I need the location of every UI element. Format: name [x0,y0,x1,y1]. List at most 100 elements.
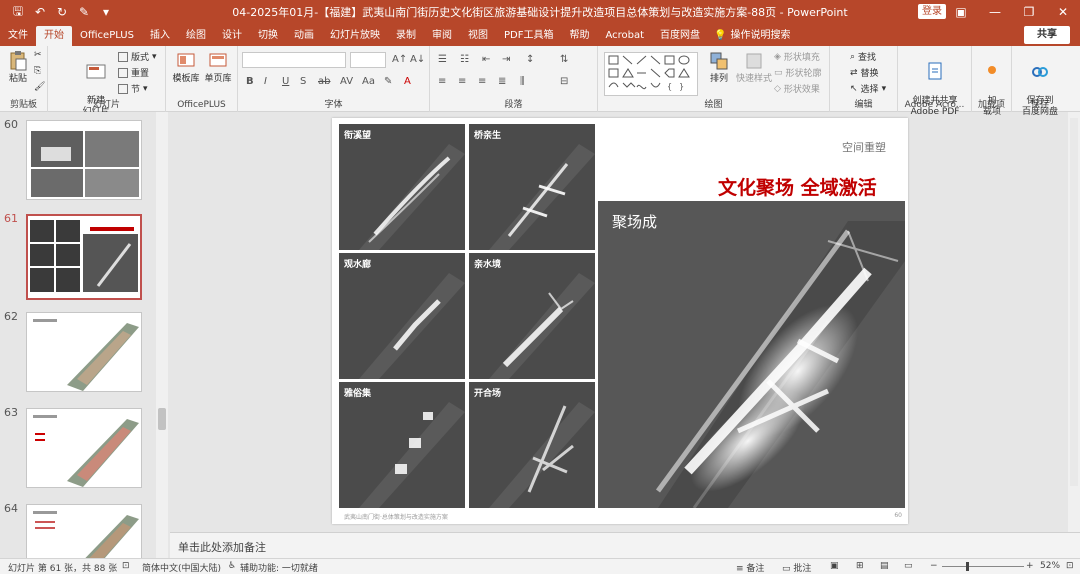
tab-transitions[interactable]: 切换 [250,26,286,46]
spacing-icon[interactable]: AV [340,76,353,87]
copy-icon[interactable]: ⎘ [34,66,41,76]
tab-officeplus[interactable]: OfficePLUS [72,26,142,46]
find-button[interactable]: ⌕ 查找 [850,50,876,64]
language-status[interactable]: 简体中文(中国大陆) [142,561,221,574]
tab-file[interactable]: 文件 [0,26,36,46]
zoom-out-icon[interactable]: − [930,561,938,571]
bullets-icon[interactable]: ☰ [438,54,447,65]
restore-icon[interactable]: ❐ [1012,0,1046,24]
tab-acrobat[interactable]: Acrobat [597,26,652,46]
tab-review[interactable]: 审阅 [424,26,460,46]
notes-placeholder: 单击此处添加备注 [178,541,266,554]
tab-view[interactable]: 视图 [460,26,496,46]
tab-home[interactable]: 开始 [36,26,72,46]
fit-slide-icon[interactable]: ⊡ [1066,561,1074,571]
align-text-icon[interactable]: ⊟ [560,76,568,87]
decrease-indent-icon[interactable]: ⇤ [482,54,490,65]
slide-sorter-icon[interactable]: ⊞ [856,561,864,571]
underline-icon[interactable]: U [282,76,289,87]
columns-icon[interactable]: ⫼ [520,76,525,87]
reading-view-icon[interactable]: ▤ [880,561,889,571]
group-editing: ⌕ 查找 ⇄ 替换 ↖ 选择 ▾ 编辑 [830,46,898,112]
case-icon[interactable]: Aa [362,76,375,87]
bold-icon[interactable]: B [246,76,254,87]
thumbnail-slide-64[interactable] [26,504,142,558]
accessibility-status[interactable]: 辅助功能: 一切就绪 [240,561,318,574]
replace-button[interactable]: ⇄ 替换 [850,66,879,80]
thumbnail-slide-63[interactable] [26,408,142,488]
select-button[interactable]: ↖ 选择 ▾ [850,82,886,96]
slide-scroll-thumb[interactable] [1070,118,1078,486]
save-icon[interactable]: 🖫 [10,2,26,23]
ribbon-display-icon[interactable]: ▣ [944,0,978,24]
customize-icon[interactable]: ▾ [98,5,114,19]
tab-help[interactable]: 帮助 [561,26,597,46]
notes-pane[interactable]: 单击此处添加备注 [170,532,1080,558]
font-color-icon[interactable]: A [404,76,411,87]
paste-button[interactable]: 粘贴 [6,50,30,85]
section-button[interactable]: 节 ▾ [118,82,148,95]
highlight-icon[interactable]: ✎ [384,76,392,87]
shape-fill-button[interactable]: ◈ 形状填充 [774,50,820,64]
align-left-icon[interactable]: ≡ [438,76,446,87]
numbering-icon[interactable]: ☷ [460,54,469,65]
tab-baidu[interactable]: 百度网盘 [652,26,708,46]
comments-toggle[interactable]: ▭ 批注 [782,561,811,574]
slide-canvas[interactable]: 衔溪望 桥亲生 观水廊 亲水境 雅俗集 开合场 空间重塑 文化聚场 全域激活 聚… [332,118,908,524]
zoom-slider-track[interactable] [942,566,1024,567]
tab-record[interactable]: 录制 [388,26,424,46]
text-direction-icon[interactable]: ⇅ [560,54,568,65]
tab-pdf-tools[interactable]: PDF工具箱 [496,26,561,46]
slideshow-icon[interactable]: ▭ [904,561,913,571]
quick-styles-button[interactable]: 快速样式 [736,50,772,85]
tell-me-search[interactable]: 💡 操作说明搜索 [708,26,798,46]
login-button[interactable]: 登录 [918,4,946,19]
tab-slideshow[interactable]: 幻灯片放映 [322,26,388,46]
thumbnail-slide-60[interactable] [26,120,142,200]
spellcheck-icon[interactable]: ⊡ [122,561,130,571]
arrange-button[interactable]: 排列 [704,50,734,85]
undo-icon[interactable]: ↶ [32,5,48,19]
tab-animations[interactable]: 动画 [286,26,322,46]
normal-view-icon[interactable]: ▣ [830,561,839,571]
thumbnails-scrollbar[interactable] [156,112,168,558]
increase-font-icon[interactable]: A↑ [392,54,407,65]
reset-button[interactable]: 重置 [118,66,149,79]
italic-icon[interactable]: I [264,76,267,87]
minimize-icon[interactable]: — [978,0,1012,24]
decrease-font-icon[interactable]: A↓ [410,54,425,65]
tab-insert[interactable]: 插入 [142,26,178,46]
slide-scrollbar[interactable] [1068,112,1080,532]
increase-indent-icon[interactable]: ⇥ [502,54,510,65]
redo-icon[interactable]: ↻ [54,5,70,19]
zoom-in-icon[interactable]: + [1026,561,1034,571]
close-icon[interactable]: ✕ [1046,0,1080,24]
share-button[interactable]: 共享 [1024,26,1070,44]
template-library-button[interactable]: 模板库 [170,50,202,85]
align-right-icon[interactable]: ≡ [478,76,486,87]
shape-effects-button[interactable]: ◇ 形状效果 [774,82,820,96]
shapes-gallery[interactable]: {} [604,52,698,96]
cut-icon[interactable]: ✂ [34,50,42,60]
thumbnail-slide-61[interactable] [26,214,142,300]
zoom-slider-thumb[interactable] [966,562,969,571]
font-size-select[interactable] [350,52,386,68]
shape-outline-button[interactable]: ▭ 形状轮廓 [774,66,822,80]
shadow-icon[interactable]: S [300,76,306,87]
tab-draw[interactable]: 绘图 [178,26,214,46]
zoom-level[interactable]: 52% [1040,561,1060,571]
single-page-library-button[interactable]: 单页库 [202,50,234,85]
tab-design[interactable]: 设计 [214,26,250,46]
layout-button[interactable]: 版式 ▾ [118,50,157,63]
thumbnails-scroll-thumb[interactable] [158,408,166,430]
format-painter-icon[interactable]: 🖌 [34,82,45,92]
line-spacing-icon[interactable]: ↕ [526,54,534,65]
format-painter-icon[interactable]: ✎ [76,5,92,19]
notes-toggle[interactable]: ≡ 备注 [736,561,764,574]
strikethrough-icon[interactable]: ab [318,76,330,87]
font-family-select[interactable] [242,52,346,68]
thumbnail-slide-62[interactable] [26,312,142,392]
justify-icon[interactable]: ≣ [498,76,506,87]
align-center-icon[interactable]: ≡ [458,76,466,87]
search-label: 操作说明搜索 [730,30,791,41]
